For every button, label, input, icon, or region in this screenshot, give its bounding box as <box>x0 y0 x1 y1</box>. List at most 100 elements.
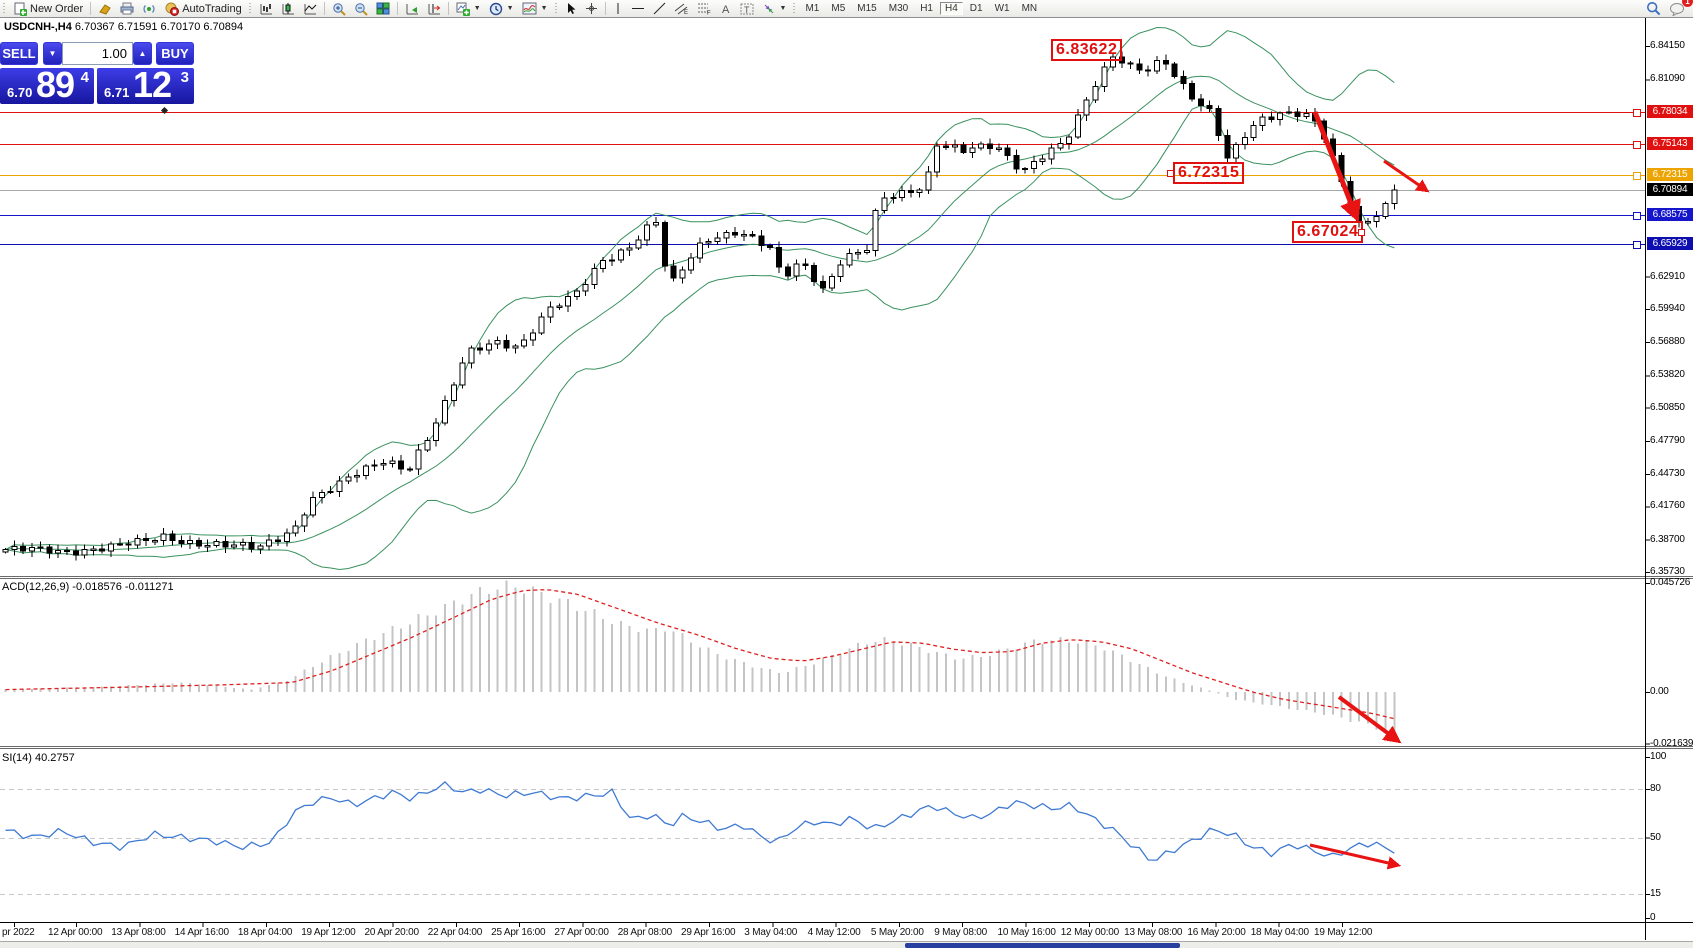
bar-chart-button[interactable] <box>255 1 277 17</box>
fibonacci-icon: F <box>697 2 712 15</box>
level-anchor-6.78034[interactable] <box>1633 109 1641 117</box>
autotrading-icon <box>164 2 179 16</box>
red-trend-arrow-0[interactable] <box>1315 112 1356 216</box>
annotation-anchor[interactable] <box>1167 170 1174 177</box>
timeframe-button-H4[interactable]: H4 <box>940 2 963 15</box>
text-button[interactable]: A <box>716 1 736 17</box>
crosshair-button[interactable] <box>581 1 602 17</box>
level-anchor-6.75143[interactable] <box>1633 141 1641 149</box>
notifications-button[interactable]: 1 <box>1665 1 1689 17</box>
search-button[interactable] <box>1642 1 1665 17</box>
tile-windows-button[interactable] <box>372 1 394 17</box>
date-label-13: 4 May 12:00 <box>808 927 861 938</box>
chart-shift-button[interactable] <box>423 1 445 17</box>
signal-icon <box>142 2 156 15</box>
vertical-line-button[interactable] <box>609 1 627 17</box>
styles-button[interactable] <box>94 1 116 17</box>
date-label-1: 12 Apr 00:00 <box>48 927 102 938</box>
rsi-pane[interactable] <box>0 782 1645 895</box>
trendline-button[interactable] <box>649 1 670 17</box>
equidistant-channel-button[interactable]: E <box>670 1 693 17</box>
bar-chart-icon <box>259 2 273 15</box>
candle-chart-button[interactable] <box>277 1 299 17</box>
volume-input[interactable] <box>62 42 133 65</box>
rsi-indicator-label: SI(14) 40.2757 <box>2 752 75 764</box>
timeframe-button-M30[interactable]: M30 <box>884 2 913 15</box>
auto-scroll-button[interactable] <box>401 1 423 17</box>
new-order-button[interactable]: New Order <box>9 1 87 17</box>
scrollbar-thumb[interactable] <box>905 943 1180 948</box>
crosshair-icon <box>585 2 598 15</box>
annotation-6.67024[interactable]: 6.67024 <box>1292 221 1363 243</box>
rsi-tick-15: 15 <box>1650 888 1661 899</box>
line-chart-icon <box>303 2 317 15</box>
date-label-14: 5 May 20:00 <box>871 927 924 938</box>
level-anchor-6.68575[interactable] <box>1633 212 1641 220</box>
new-order-label: New Order <box>30 3 83 15</box>
annotation-6.83622[interactable]: 6.83622 <box>1051 39 1122 61</box>
horizontal-line-button[interactable] <box>627 1 649 17</box>
fibonacci-button[interactable]: F <box>693 1 716 17</box>
buy-price-prefix: 6.71 <box>104 85 129 100</box>
level-anchor-6.65929[interactable] <box>1633 241 1641 249</box>
date-label-2: 13 Apr 08:00 <box>111 927 165 938</box>
buy-button[interactable]: BUY <box>156 42 194 65</box>
timeframe-button-W1[interactable]: W1 <box>990 2 1015 15</box>
autotrading-button[interactable]: AutoTrading <box>160 1 246 17</box>
volume-decrease-button[interactable]: ▼ <box>43 42 62 65</box>
horizontal-line-icon <box>631 2 645 15</box>
sell-price-big-digits: 89 <box>36 64 74 106</box>
autotrading-label: AutoTrading <box>182 3 242 15</box>
macd-pane[interactable] <box>6 580 1395 733</box>
toolbar-grip[interactable] <box>2 3 7 15</box>
buy-price-big-digits: 12 <box>133 64 171 106</box>
toolbar: New Order Au <box>0 0 1693 18</box>
rsi-tick-80: 80 <box>1650 783 1661 794</box>
vertical-line-icon <box>613 2 623 15</box>
volume-increase-button[interactable]: ▲ <box>133 42 152 65</box>
timeframe-button-M15[interactable]: M15 <box>852 2 881 15</box>
print-button[interactable] <box>116 1 138 17</box>
text-label-button[interactable]: T <box>736 1 758 17</box>
buy-price-display[interactable]: 6.71 12 3 <box>97 68 194 104</box>
symbol-period-label: USDCNH-,H4 <box>4 21 72 33</box>
rsi-tick-50: 50 <box>1650 832 1661 843</box>
main-price-pane[interactable] <box>0 28 1645 570</box>
bollinger-middle <box>6 76 1395 550</box>
date-label-7: 22 Apr 04:00 <box>428 927 482 938</box>
timeframe-button-M1[interactable]: M1 <box>800 2 824 15</box>
price-badge-6.72315: 6.72315 <box>1647 168 1693 181</box>
horizontal-scrollbar[interactable] <box>0 941 1693 948</box>
timeframe-button-D1[interactable]: D1 <box>965 2 988 15</box>
timeframe-button-M5[interactable]: M5 <box>826 2 850 15</box>
new-order-icon <box>13 2 27 16</box>
annotation-6.72315[interactable]: 6.72315 <box>1173 162 1244 184</box>
timeframe-group: M1M5M15M30H1H4D1W1MN <box>799 2 1043 15</box>
level-anchor-6.72315[interactable] <box>1633 172 1641 180</box>
signal-button[interactable] <box>138 1 160 17</box>
line-chart-button[interactable] <box>299 1 321 17</box>
price-tick-6.50850: 6.50850 <box>1650 402 1685 413</box>
zoom-out-icon <box>354 2 368 16</box>
indicators-button[interactable]: ▼ <box>518 1 552 17</box>
timeframe-button-H1[interactable]: H1 <box>915 2 938 15</box>
zoom-out-button[interactable] <box>350 1 372 17</box>
sell-button[interactable]: SELL <box>0 42 38 65</box>
zoom-in-button[interactable] <box>328 1 350 17</box>
chart-title: USDCNH-,H4 6.70367 6.71591 6.70170 6.708… <box>4 21 243 33</box>
buy-price-pip-digit: 3 <box>181 69 189 86</box>
tile-windows-icon <box>376 2 390 15</box>
arrows-button[interactable]: ▼ <box>758 1 791 17</box>
date-label-20: 18 May 04:00 <box>1251 927 1309 938</box>
macd-histogram <box>6 580 1395 733</box>
chart-canvas[interactable] <box>0 18 1693 948</box>
timeframe-button-MN[interactable]: MN <box>1017 2 1043 15</box>
cursor-button[interactable] <box>561 1 581 17</box>
equidistant-channel-icon: E <box>674 2 689 15</box>
sell-price-display[interactable]: 6.70 89 4 <box>0 68 94 104</box>
new-chart-button[interactable]: ▼ <box>452 1 485 17</box>
date-label-6: 20 Apr 20:00 <box>365 927 419 938</box>
periods-button[interactable]: ▼ <box>485 1 518 17</box>
annotation-anchor[interactable] <box>1358 229 1365 236</box>
one-click-trading-panel: SELL ▼ ▲ BUY 6.70 89 4 6.71 12 3 <box>0 40 194 106</box>
